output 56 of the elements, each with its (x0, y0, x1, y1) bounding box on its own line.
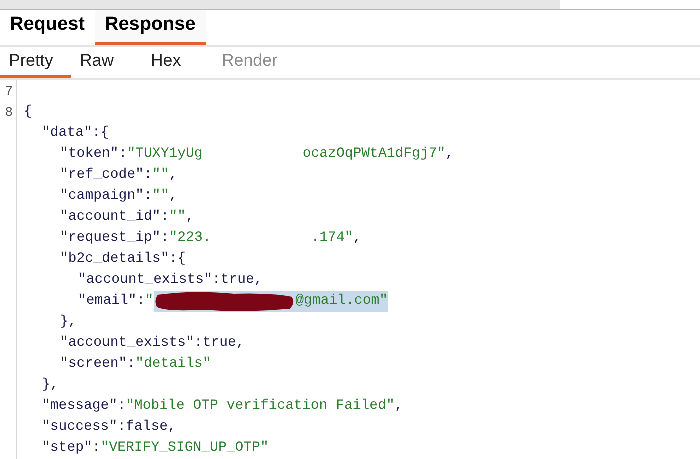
code-token: "b2c_details" (60, 250, 170, 269)
code-token: "TUXY1yUg (127, 145, 203, 164)
code-token: :{ (92, 124, 110, 143)
code-token: "campaign" (60, 187, 144, 206)
code-token: .174" (311, 229, 354, 248)
code-token: , (169, 187, 178, 206)
code-token: "Mobile OTP verification Failed" (126, 397, 395, 416)
code-token: "account_exists" (60, 334, 194, 353)
code-token: "success" (42, 418, 118, 437)
code-token: "223. (169, 229, 212, 248)
code-token: : (118, 397, 126, 416)
tab[interactable]: Response (94, 10, 206, 45)
code-token: "account_exists" (78, 271, 212, 290)
code-token: , (446, 145, 454, 164)
code-token: "" (169, 208, 186, 227)
code-token: , (169, 166, 178, 185)
code-token: , (353, 229, 362, 248)
view-tab[interactable]: Pretty (0, 46, 71, 78)
code-token: "VERIFY_SIGN_UP_OTP" (100, 439, 269, 458)
tab[interactable]: Request (0, 10, 95, 45)
code-token: "message" (42, 397, 118, 416)
code-token: @gmail.com" (296, 291, 388, 312)
code-token: "email" (78, 292, 137, 311)
code-token: : (160, 208, 170, 227)
code-token: }, (42, 376, 59, 395)
code-token: : (144, 166, 152, 185)
code-token: , (394, 397, 404, 416)
code-token: : (92, 439, 101, 458)
code-token: : (127, 355, 136, 374)
code-token: : (160, 229, 170, 248)
code-token: "" (152, 187, 170, 206)
code-token: , (186, 208, 194, 227)
code-token: : (118, 145, 128, 164)
code-token: "step" (42, 439, 92, 458)
view-tab[interactable]: Hex (142, 46, 213, 78)
code-token: "account_id" (60, 208, 161, 227)
line-number: 8 (5, 104, 13, 122)
code-token: : (136, 292, 146, 311)
code-token: "screen" (60, 355, 128, 374)
code-token: : (144, 187, 152, 206)
code-token: :true, (212, 271, 263, 290)
line-number: 7 (5, 83, 13, 101)
code-token: "data" (42, 124, 92, 143)
code-token: " (145, 292, 154, 311)
code-token: "ref_code" (60, 166, 144, 185)
code-token: :false, (118, 418, 176, 437)
code-token: }, (60, 313, 77, 332)
code-token: { (24, 103, 32, 122)
code-token: "" (152, 166, 170, 185)
code-token: :{ (169, 250, 186, 269)
code-token: :true, (194, 334, 245, 353)
code-token: "token" (60, 145, 119, 164)
code-token: "request_ip" (60, 229, 161, 248)
code-token: "details" (136, 355, 212, 374)
view-tab[interactable]: Raw (71, 46, 142, 78)
code-token: ocazOqPWtA1dFgj7" (302, 145, 446, 164)
